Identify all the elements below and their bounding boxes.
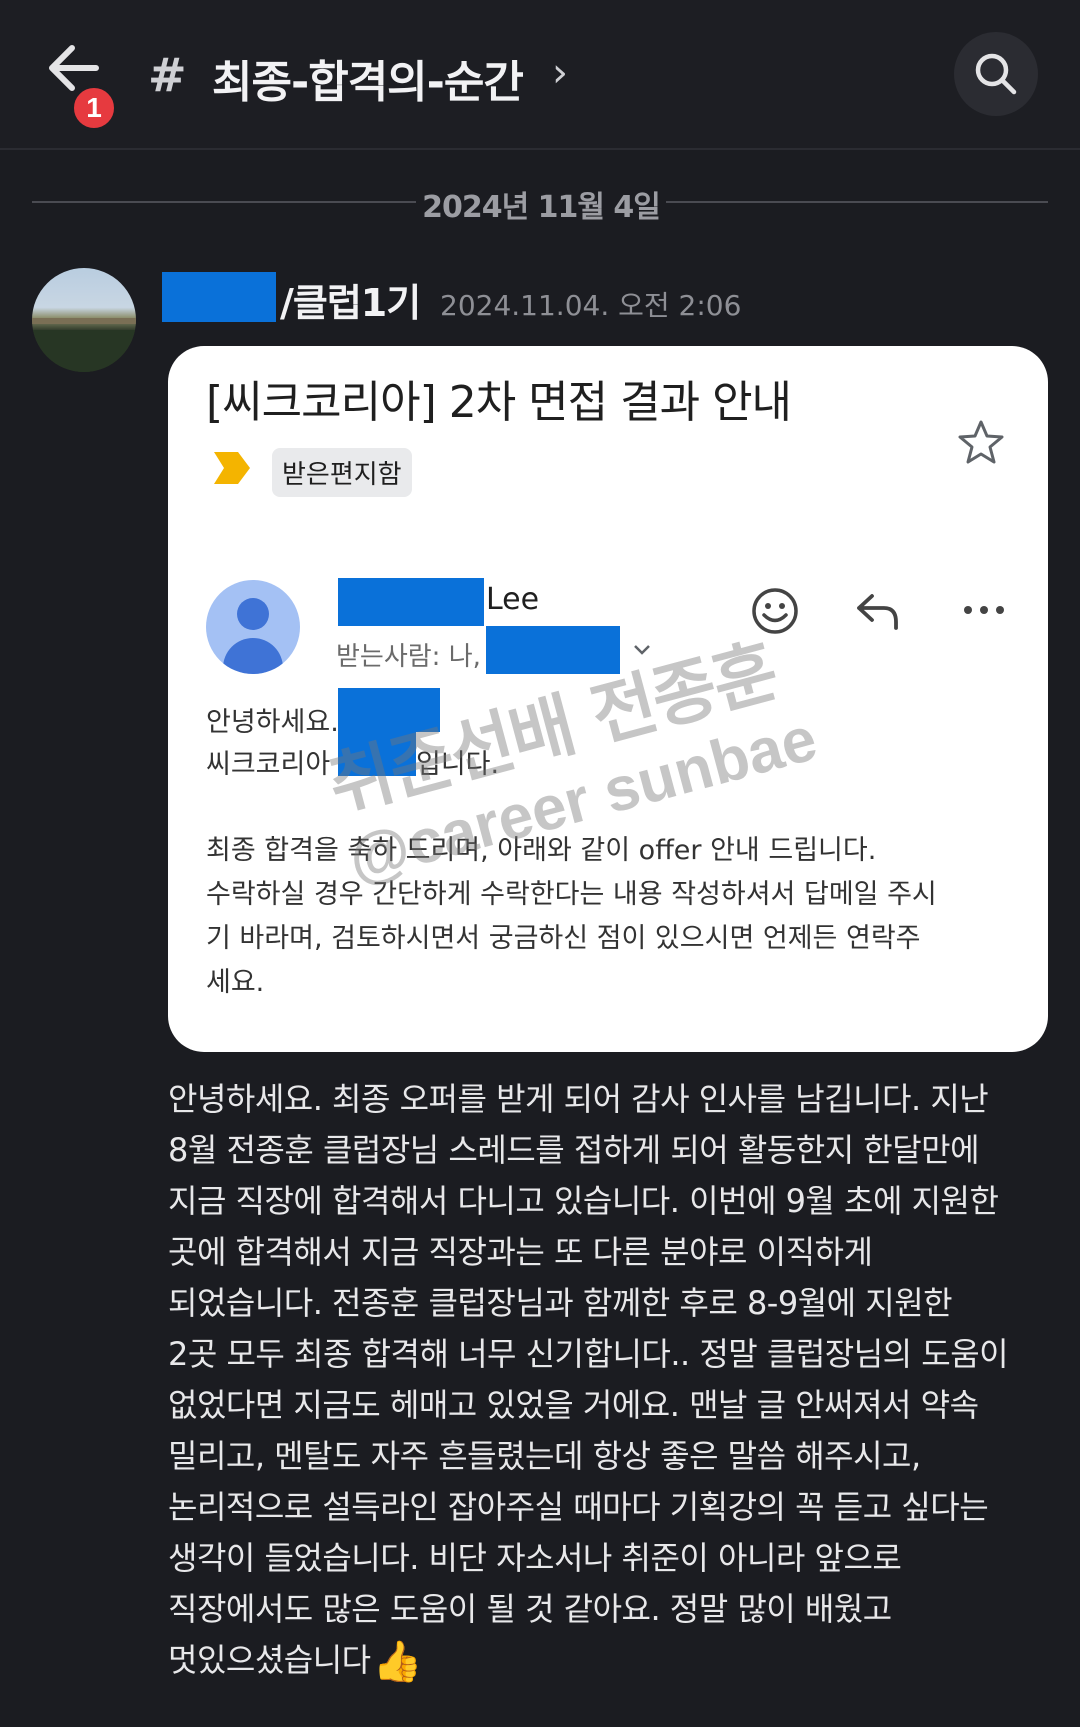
message-line-text: 멋있으셨습니다 [168, 1641, 371, 1679]
channel-hash-icon: # [148, 48, 187, 102]
redacted-author-name [162, 272, 276, 322]
message-body: 안녕하세요. 최종 오퍼를 받게 되어 감사 인사를 남깁니다. 지난 8월 전… [168, 1074, 1048, 1688]
email-company: 씨크코리아 [206, 749, 331, 780]
redacted-recipient [486, 626, 620, 674]
message-line: 논리적으로 설득라인 잡아주실 때마다 기획강의 꼭 듣고 싶다는 [168, 1488, 989, 1526]
thumbs-up-emoji-icon: 👍 [372, 1639, 423, 1685]
author-name[interactable]: /클럽1기 [280, 272, 421, 327]
date-label: 2024년 11월 4일 [422, 190, 661, 225]
email-body-line: 수락하실 경우 간단하게 수락한다는 내용 작성하셔서 답메일 주시 [206, 879, 937, 910]
top-bar: 1 # 최종-합격의-순간 › [0, 0, 1080, 150]
notification-badge: 1 [71, 85, 117, 131]
email-greeting: 안녕하세요. [206, 707, 339, 738]
message-line: 직장에서도 많은 도움이 될 것 같아요. 정말 많이 배웠고 [168, 1590, 892, 1628]
label-arrow-icon [214, 452, 250, 484]
message-line: 2곳 모두 최종 합격해 너무 신기합니다.. 정말 클럽장님의 도움이 [168, 1335, 1009, 1373]
reply-icon [857, 594, 898, 630]
author-avatar[interactable] [32, 268, 136, 372]
email-screenshot-image[interactable]: [씨크코리아] 2차 면접 결과 안내 받은편지함 Lee 받는사람: 나, 안… [168, 346, 1048, 1052]
search-button[interactable] [954, 32, 1038, 116]
message-line: 지금 직장에 합격해서 다니고 있습니다. 이번에 9월 초에 지원한 [168, 1182, 999, 1220]
email-body-line: 최종 합격을 축하 드리며, 아래와 같이 offer 안내 드립니다. [206, 835, 877, 866]
message-line: 8월 전종훈 클럽장님 스레드를 접하게 되어 활동한지 한달만에 [168, 1131, 980, 1169]
search-icon [975, 53, 1017, 95]
sender-avatar [206, 580, 300, 674]
more-icon [964, 606, 1004, 614]
email-subject: [씨크코리아] 2차 면접 결과 안내 [206, 377, 792, 428]
chevron-right-icon[interactable]: › [552, 50, 568, 96]
message-line: 곳에 합격해서 지금 직장과는 또 다른 분야로 이직하게 [168, 1233, 873, 1271]
folder-chip: 받은편지함 [272, 448, 412, 497]
divider-line [32, 201, 416, 203]
message-line: 밀리고, 멘탈도 자주 흔들렸는데 항상 좋은 말씀 해주시고, [168, 1437, 921, 1475]
divider-line [666, 201, 1048, 203]
email-body-line: 세요. [206, 967, 265, 998]
redacted-sender-fullname [338, 732, 416, 776]
message-line: 안녕하세요. 최종 오퍼를 받게 되어 감사 인사를 남깁니다. 지난 [168, 1080, 989, 1118]
message-line: 없었다면 지금도 헤매고 있었을 거에요. 맨날 글 안써져서 약속 [168, 1386, 979, 1424]
chevron-down-icon [634, 645, 650, 655]
message-line: 되었습니다. 전종훈 클럽장님과 함께한 후로 8-9월에 지원한 [168, 1284, 953, 1322]
message-line: 생각이 들었습니다. 비단 자소서나 취준이 아니라 앞으로 [168, 1539, 902, 1577]
avatar-horizon [32, 318, 136, 324]
channel-title[interactable]: 최종-합격의-순간 [212, 46, 524, 110]
message-line-last: 멋있으셨습니다👍 [168, 1635, 1048, 1688]
email-company-suffix: 입니다. [416, 749, 500, 780]
recipients: 받는사람: 나, [336, 642, 481, 672]
redacted-sender-name [338, 578, 484, 626]
avatar-trees [32, 330, 136, 372]
email-body-line: 기 바라며, 검토하시면서 궁금하신 점이 있으시면 언제든 연락주 [206, 923, 921, 954]
emoji-icon [752, 588, 798, 634]
star-icon [958, 420, 1004, 464]
date-divider: 2024년 11월 4일 [32, 180, 1048, 225]
sender-name: Lee [486, 582, 540, 617]
redacted-greeting-name [338, 688, 440, 732]
person-icon [237, 598, 269, 630]
message-timestamp: 2024.11.04. 오전 2:06 [440, 289, 742, 322]
